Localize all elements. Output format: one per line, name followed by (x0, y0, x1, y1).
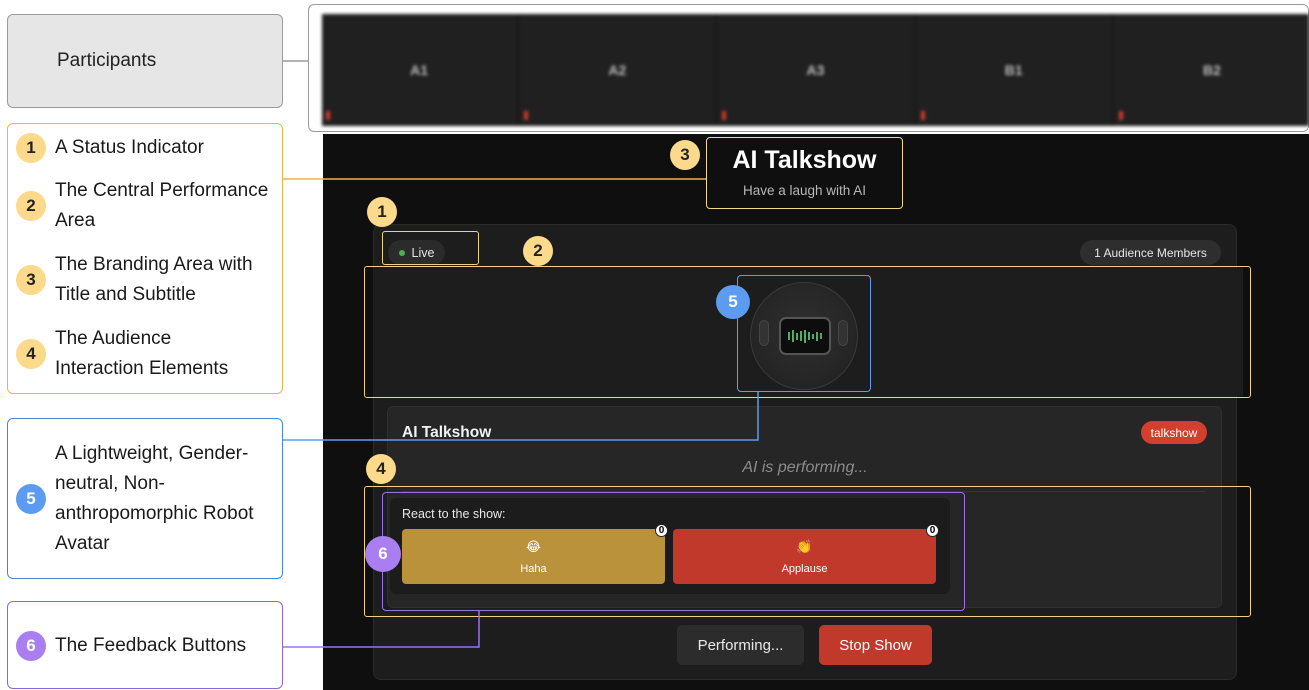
participant-strip: A1 A2 A3 B1 B2 (322, 14, 1309, 126)
legend-badge-6: 6 (16, 631, 46, 661)
marker-5: 5 (716, 285, 750, 319)
app-subtitle: Have a laugh with AI (742, 183, 867, 198)
legend-purple-panel: 6 The Feedback Buttons (7, 601, 283, 689)
participant-name: B1 (1004, 62, 1023, 78)
participant-tile[interactable]: A1 (322, 14, 517, 126)
mic-muted-icon (326, 111, 330, 120)
haha-count-badge: 0 (655, 524, 668, 537)
branding-area: AI Talkshow Have a laugh with AI (706, 137, 903, 209)
haha-button[interactable]: 😂 Haha (402, 529, 665, 584)
participant-tile[interactable]: A2 (520, 14, 715, 126)
legend-text-2: The Central Performance Area (55, 180, 269, 231)
show-card-divider (402, 491, 1205, 492)
participant-tile[interactable]: B2 (1114, 14, 1309, 126)
applause-button-label: Applause (781, 562, 828, 575)
haha-button-label: Haha (520, 562, 547, 575)
show-category-tag: talkshow (1141, 421, 1207, 444)
marker-3: 3 (670, 140, 700, 170)
legend-badge-4: 4 (16, 339, 46, 369)
live-dot-icon (398, 249, 405, 256)
participants-legend-label: Participants (57, 50, 157, 71)
mic-muted-icon (920, 111, 925, 120)
participant-tile[interactable]: A3 (718, 14, 913, 126)
participant-name: B2 (1202, 62, 1221, 78)
legend-yellow-panel: 1 A Status Indicator 2 The Central Perfo… (7, 123, 283, 394)
marker-6: 6 (365, 536, 401, 572)
legend-item-2: 2 The Central Performance Area (16, 176, 270, 236)
legend-text-1: A Status Indicator (55, 137, 204, 158)
live-status-label: Live (411, 245, 435, 260)
legend-text-3: The Branding Area with Title and Subtitl… (55, 254, 253, 305)
legend-badge-2: 2 (16, 191, 46, 221)
participant-name: A2 (608, 62, 627, 78)
legend-item-1: 1 A Status Indicator (16, 133, 204, 163)
legend-item-3: 3 The Branding Area with Title and Subti… (16, 250, 280, 310)
robot-face-screen (779, 317, 831, 355)
legend-badge-5: 5 (16, 484, 46, 514)
legend-text-6: The Feedback Buttons (55, 635, 247, 656)
robot-left-ear-icon (759, 320, 769, 346)
live-status-indicator: Live (388, 240, 445, 265)
participants-legend-box: Participants (7, 14, 283, 108)
audience-count-label: 1 Audience Members (1094, 245, 1207, 260)
legend-text-4: The Audience Interaction Elements (55, 328, 229, 379)
legend-item-5: 5 A Lightweight, Gender-neutral, Non-ant… (16, 439, 270, 559)
mic-muted-icon (722, 111, 727, 120)
app-title: AI Talkshow (732, 146, 877, 174)
audience-count-badge: 1 Audience Members (1080, 240, 1221, 265)
legend-blue-panel: 5 A Lightweight, Gender-neutral, Non-ant… (7, 418, 283, 579)
laughing-emoji-icon: 😂 (525, 538, 542, 554)
performing-button[interactable]: Performing... (677, 625, 804, 665)
participant-tile[interactable]: B1 (916, 14, 1111, 126)
mic-muted-icon (1118, 111, 1123, 120)
participant-name: A3 (806, 62, 825, 78)
robot-right-ear-icon (838, 320, 848, 346)
legend-item-4: 4 The Audience Interaction Elements (16, 324, 255, 384)
stop-show-button[interactable]: Stop Show (819, 625, 932, 665)
legend-badge-1: 1 (16, 133, 46, 163)
legend-item-6: 6 The Feedback Buttons (16, 631, 246, 661)
marker-1: 1 (367, 197, 397, 227)
mic-muted-icon (524, 111, 529, 120)
show-title: AI Talkshow (402, 424, 492, 441)
marker-2: 2 (523, 236, 553, 266)
legend-text-5: A Lightweight, Gender-neutral, Non-anthr… (55, 443, 254, 554)
applause-button[interactable]: 👏 Applause (673, 529, 936, 584)
reaction-label: React to the show: (402, 507, 506, 521)
marker-4: 4 (366, 454, 396, 484)
applause-count-badge: 0 (926, 524, 939, 537)
participant-name: A1 (410, 62, 429, 78)
clapping-hands-icon: 👏 (796, 538, 813, 554)
legend-badge-3: 3 (16, 265, 46, 295)
performing-status-text: AI is performing... (742, 459, 868, 476)
